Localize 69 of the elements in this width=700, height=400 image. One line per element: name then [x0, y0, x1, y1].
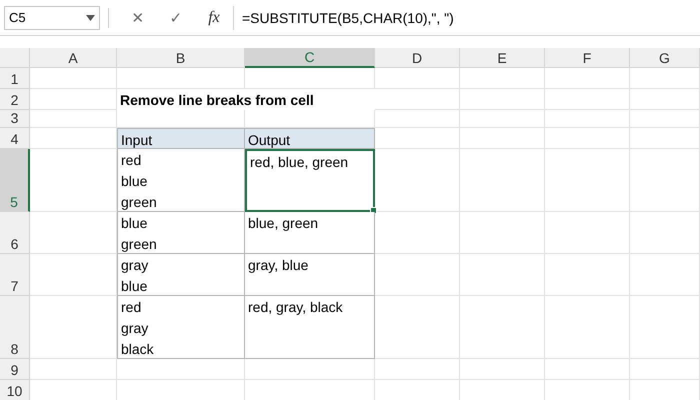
sheet-cell[interactable]	[375, 110, 460, 128]
row-header[interactable]: 7	[0, 254, 30, 296]
table-cell: red gray black	[117, 296, 245, 359]
formula-field[interactable]: =SUBSTITUTE(B5,CHAR(10),", ")	[233, 6, 700, 30]
sheet-cell[interactable]	[117, 68, 245, 89]
row-header[interactable]: 8	[0, 296, 30, 359]
table-cell[interactable]: gray, blue	[245, 254, 375, 296]
column-header[interactable]: C	[245, 48, 375, 68]
sheet-cell[interactable]	[630, 149, 700, 212]
row-header[interactable]: 2	[0, 89, 30, 110]
sheet-title: Remove line breaks from cell	[119, 91, 315, 110]
column-header[interactable]: E	[460, 48, 545, 68]
sheet-cell[interactable]	[460, 89, 545, 110]
sheet-cell[interactable]	[30, 89, 117, 110]
sheet-cell[interactable]	[545, 68, 630, 89]
sheet-cell[interactable]	[545, 212, 630, 254]
row-header[interactable]: 4	[0, 128, 30, 149]
sheet-cell[interactable]	[630, 359, 700, 380]
sheet-cell[interactable]	[460, 110, 545, 128]
sheet-cell[interactable]	[545, 254, 630, 296]
sheet-cell[interactable]	[545, 296, 630, 359]
row-header[interactable]: 9	[0, 359, 30, 380]
table-header: Input	[117, 128, 245, 149]
sheet-cell[interactable]	[460, 359, 545, 380]
row-header[interactable]: 10	[0, 380, 30, 400]
sheet-cell[interactable]	[245, 68, 375, 89]
table-cell[interactable]: blue, green	[245, 212, 375, 254]
dropdown-icon[interactable]	[86, 14, 95, 20]
column-header[interactable]: G	[630, 48, 700, 68]
sheet-cell[interactable]	[460, 128, 545, 149]
sheet-cell[interactable]	[630, 212, 700, 254]
sheet-cell[interactable]	[375, 68, 460, 89]
column-header[interactable]: D	[375, 48, 460, 68]
cancel-button[interactable]: ✕	[119, 8, 157, 26]
column-header[interactable]: F	[545, 48, 630, 68]
sheet-cell[interactable]	[460, 149, 545, 212]
insert-function-button[interactable]: fx	[195, 8, 233, 26]
sheet-cell[interactable]	[30, 68, 117, 89]
sheet-cell[interactable]	[545, 128, 630, 149]
sheet-cell[interactable]	[545, 149, 630, 212]
sheet-cell[interactable]	[545, 89, 630, 110]
sheet-cell[interactable]	[545, 110, 630, 128]
sheet-cell[interactable]	[375, 89, 460, 110]
sheet-cell[interactable]	[30, 110, 117, 128]
sheet-cell[interactable]	[460, 212, 545, 254]
column-header[interactable]: B	[117, 48, 245, 68]
sheet-cell[interactable]	[545, 359, 630, 380]
enter-button[interactable]: ✓	[157, 8, 195, 26]
table-cell[interactable]: red, gray, black	[245, 296, 375, 359]
row-header[interactable]: 1	[0, 68, 30, 89]
table-header: Output	[245, 128, 375, 149]
sheet-cell[interactable]	[630, 254, 700, 296]
row-header[interactable]: 3	[0, 110, 30, 128]
table-cell[interactable]: red, blue, green	[245, 149, 375, 212]
row-header[interactable]: 6	[0, 212, 30, 254]
sheet-cell[interactable]	[375, 359, 460, 380]
sheet-cell[interactable]	[630, 110, 700, 128]
sheet-cell[interactable]	[460, 254, 545, 296]
name-box[interactable]: C5	[4, 6, 100, 30]
column-header[interactable]: A	[30, 48, 117, 68]
select-all-corner[interactable]	[0, 48, 30, 68]
sheet-cell[interactable]	[460, 296, 545, 359]
sheet-cell[interactable]	[30, 359, 117, 380]
row-header[interactable]: 5	[0, 149, 30, 212]
sheet-cell[interactable]	[630, 128, 700, 149]
sheet-cell[interactable]	[630, 296, 700, 359]
sheet-cell[interactable]	[460, 68, 545, 89]
sheet-cell[interactable]	[630, 89, 700, 110]
sheet-cell[interactable]	[630, 68, 700, 89]
